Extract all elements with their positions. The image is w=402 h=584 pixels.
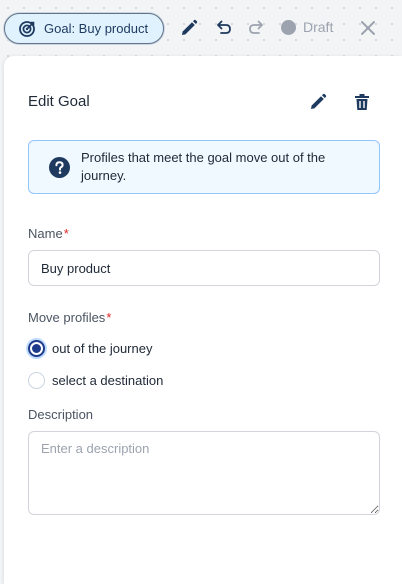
required-mark: * [106, 310, 112, 325]
radio-option-out-of-journey[interactable]: out of the journey [28, 340, 152, 357]
info-callout: Profiles that meet the goal move out of … [28, 140, 380, 194]
pencil-icon [182, 19, 198, 35]
undo-icon [217, 20, 231, 34]
edit-icon [311, 93, 327, 109]
goal-pill-button[interactable]: Goal: Buy product [4, 13, 164, 44]
status-dot-icon [281, 19, 296, 35]
edit-goal-panel: Edit Goal Profiles that meet the goal mo… [4, 56, 402, 584]
required-mark: * [63, 226, 69, 241]
description-textarea[interactable] [28, 431, 380, 515]
close-button[interactable] [357, 17, 379, 39]
name-field-label: Name* [28, 226, 69, 241]
description-label: Description [28, 407, 94, 422]
status-indicator: Draft [281, 19, 333, 35]
close-icon [361, 21, 375, 35]
undo-button[interactable] [212, 17, 234, 39]
goal-pill-label: Goal: Buy product [44, 21, 149, 36]
edit-goal-button[interactable] [307, 91, 329, 113]
redo-icon [249, 20, 263, 34]
radio-label: select a destination [52, 373, 164, 388]
journey-toolbar: Goal: Buy product Draft [0, 0, 402, 56]
status-label: Draft [303, 19, 334, 35]
move-profiles-label: Move profiles* [28, 310, 112, 325]
info-text: Profiles that meet the goal move out of … [81, 150, 326, 183]
radio-button[interactable] [28, 340, 45, 357]
radio-option-select-destination[interactable]: select a destination [28, 372, 163, 389]
goal-target-icon [18, 20, 36, 38]
question-icon [49, 157, 70, 178]
name-input[interactable] [28, 250, 380, 286]
radio-button[interactable] [28, 372, 45, 389]
rename-button[interactable] [178, 17, 200, 39]
panel-title: Edit Goal [28, 93, 90, 110]
radio-label: out of the journey [52, 341, 153, 356]
trash-icon [355, 94, 369, 110]
delete-goal-button[interactable] [351, 91, 373, 113]
redo-button[interactable] [246, 17, 268, 39]
